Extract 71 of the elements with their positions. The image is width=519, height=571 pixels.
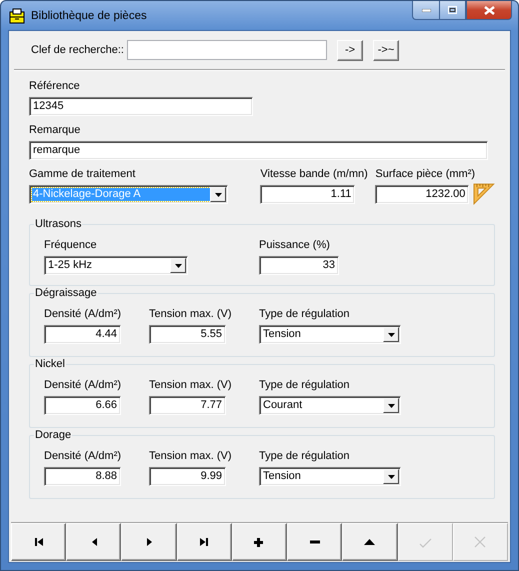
dropdown[interactable]: Courant: [259, 396, 401, 415]
prev-button[interactable]: [66, 523, 122, 561]
search-button[interactable]: ->~: [373, 40, 399, 60]
field-label: Type de régulation: [259, 378, 350, 392]
window-title: Bibliothèque de pièces: [31, 10, 148, 22]
dropdown-button[interactable]: [210, 187, 226, 202]
caret-icon: [388, 474, 394, 478]
triangle-up-icon: [364, 539, 376, 545]
up-button[interactable]: [342, 523, 398, 561]
text-field[interactable]: 6.66: [44, 396, 121, 415]
text-field[interactable]: 1.11: [260, 185, 356, 204]
field-label: Type de régulation: [259, 307, 350, 321]
dropdown-button[interactable]: [383, 469, 399, 484]
triangle-left-icon: [90, 538, 98, 546]
minimize-icon: [422, 8, 430, 12]
field-label: Puissance (%): [259, 238, 330, 252]
search-field[interactable]: [127, 40, 327, 60]
text-field[interactable]: 5.55: [149, 325, 226, 344]
field-label: Type de régulation: [259, 449, 350, 463]
minimize-button[interactable]: [412, 1, 439, 20]
next-button[interactable]: [121, 523, 177, 561]
field-label: Remarque: [29, 123, 80, 137]
text-field[interactable]: 7.77: [149, 396, 226, 415]
caret-icon: [214, 192, 222, 196]
text-field[interactable]: 9.99: [149, 467, 226, 486]
checkmark-icon: [420, 538, 431, 546]
caret-icon: [388, 332, 394, 336]
remove-button[interactable]: [287, 523, 342, 561]
text-field[interactable]: 12345: [29, 97, 253, 116]
caret-icon: [388, 404, 394, 408]
field-label: Surface pièce (mm²): [375, 167, 476, 181]
last-button[interactable]: [176, 523, 232, 561]
add-button[interactable]: [232, 523, 288, 561]
maximize-button[interactable]: [439, 1, 466, 20]
text-field[interactable]: 4.44: [44, 325, 121, 344]
field-label: Tension max. (V): [149, 449, 232, 463]
close-button[interactable]: [466, 1, 512, 20]
text-field[interactable]: 1232.00: [375, 185, 470, 204]
dropdown-button[interactable]: [170, 258, 186, 273]
dropdown-button[interactable]: [383, 398, 399, 413]
first-button[interactable]: [11, 523, 66, 561]
field-label: Densité (A/dm²): [44, 449, 122, 463]
text-field[interactable]: 8.88: [44, 467, 121, 486]
text-field[interactable]: remarque: [29, 141, 488, 160]
text-field[interactable]: 33: [259, 256, 339, 275]
dropdown-button[interactable]: [383, 327, 399, 342]
caret-icon: [174, 264, 182, 268]
group-title: Dégraissage: [34, 286, 98, 300]
field-label: Tension max. (V): [149, 378, 232, 392]
field-label: Tension max. (V): [149, 307, 232, 321]
search-label: Clef de recherche::: [30, 44, 125, 56]
field-label: Gamme de traitement: [29, 167, 136, 181]
plus-icon: [254, 538, 265, 546]
dropdown[interactable]: Tension: [259, 325, 401, 344]
group-title: Dorage: [34, 428, 72, 442]
dropdown[interactable]: Tension: [259, 467, 401, 486]
field-label: Vitesse bande (m/mn): [260, 167, 368, 181]
cross-icon: [475, 537, 486, 547]
field-label: Référence: [29, 79, 80, 93]
dropdown[interactable]: 1-25 kHz: [44, 256, 188, 275]
search-button[interactable]: ->: [337, 40, 363, 60]
app-icon: [9, 8, 25, 24]
skip-end-icon: [200, 538, 208, 546]
field-label: Densité (A/dm²): [44, 378, 122, 392]
field-label: Fréquence: [44, 238, 97, 252]
minus-icon: [310, 538, 320, 546]
field-label: Densité (A/dm²): [44, 307, 122, 321]
close-icon: [484, 6, 494, 14]
skip-start-icon: [34, 538, 43, 546]
triangle-right-icon: [145, 538, 154, 546]
maximize-icon: [448, 6, 457, 14]
